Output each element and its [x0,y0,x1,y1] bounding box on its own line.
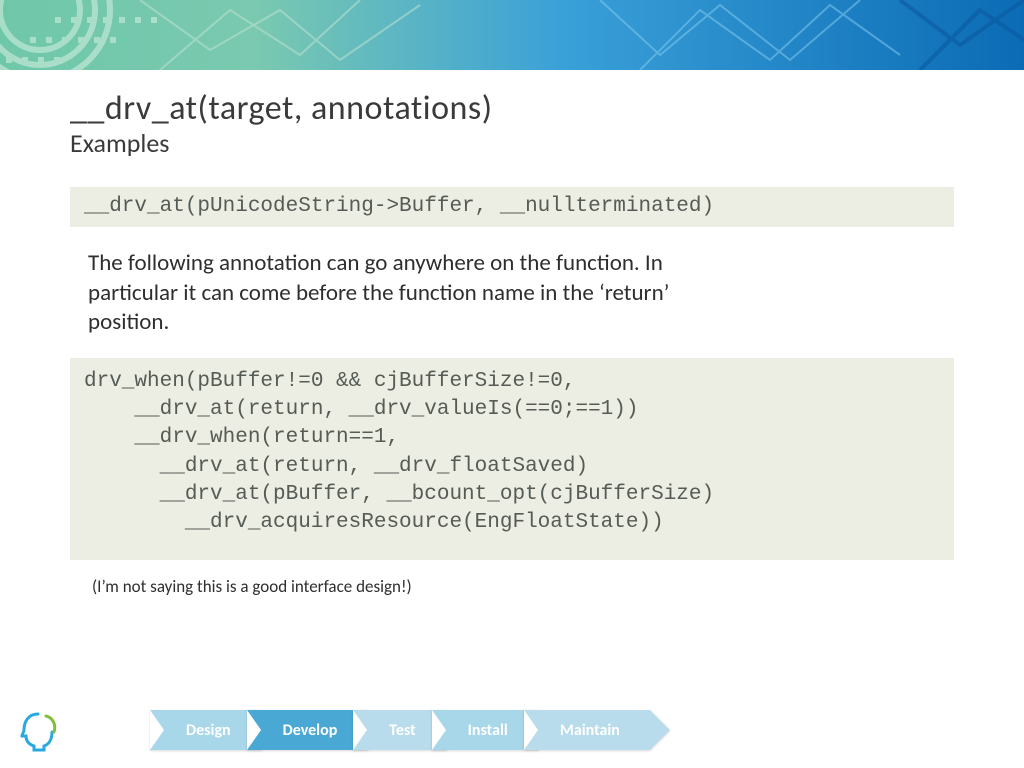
slide-title: __drv_at(target, annotations) [70,88,954,129]
slide-body: __drv_at(target, annotations) Examples _… [0,70,1024,597]
footer-logo-icon [16,710,60,754]
lifecycle-arrows: Design Develop Test Install Maintain [150,710,650,750]
phase-maintain: Maintain [524,710,650,750]
phase-develop: Develop [247,710,368,750]
aside-note: (I’m not saying this is a good interface… [92,576,954,597]
explanation-paragraph: The following annotation can go anywhere… [88,249,728,337]
footer: Design Develop Test Install Maintain [0,688,1024,768]
header-banner [0,0,1024,70]
code-example-2: drv_when(pBuffer!=0 && cjBufferSize!=0, … [70,358,954,560]
phase-design: Design [150,710,261,750]
slide-subtitle: Examples [70,127,954,159]
code-example-1: __drv_at(pUnicodeString->Buffer, __nullt… [70,187,954,227]
banner-circuit-art [0,0,1024,70]
phase-install: Install [432,710,538,750]
